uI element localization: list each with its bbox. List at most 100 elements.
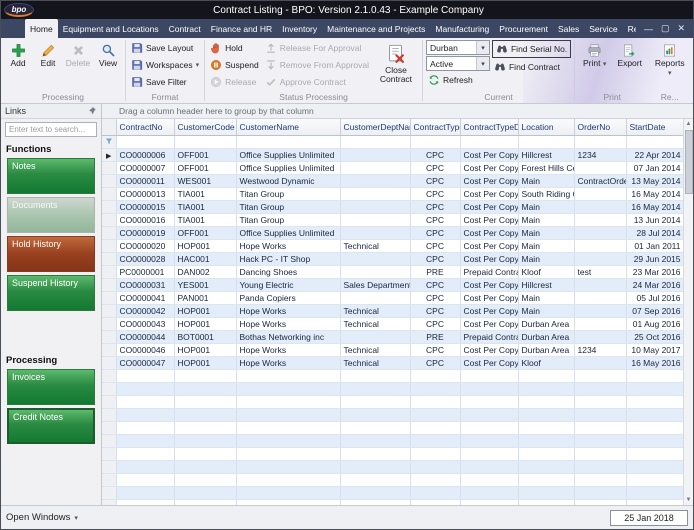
view-button[interactable]: View xyxy=(94,40,122,68)
filter-cell[interactable] xyxy=(410,135,461,149)
grid-cell[interactable]: Technical xyxy=(340,356,411,370)
remove-from-approval-button[interactable]: Remove From Approval xyxy=(263,57,371,73)
sidebar-tile-invoices[interactable]: Invoices xyxy=(7,369,95,405)
grid-cell[interactable]: Technical xyxy=(340,343,411,357)
scroll-up-icon[interactable]: ▲ xyxy=(686,119,692,129)
column-header-contracttype[interactable]: ContractType xyxy=(410,119,461,136)
grid-cell[interactable]: CO0000031 xyxy=(116,278,175,292)
grid-cell[interactable]: Hillcrest xyxy=(518,278,575,292)
grid-cell[interactable]: Young Electric xyxy=(236,278,341,292)
open-windows-button[interactable]: Open Windows ▾ xyxy=(6,512,78,523)
grid-cell[interactable]: TIA001 xyxy=(174,187,237,201)
table-row[interactable]: CO0000031 YES001 Young Electric Sales Depar… xyxy=(102,278,685,292)
grid-cell[interactable]: South Riding Centre xyxy=(518,187,575,201)
grid-cell[interactable]: Durban Area xyxy=(518,330,575,344)
grid-cell[interactable]: YES001 xyxy=(174,278,237,292)
grid-cell[interactable]: WES001 xyxy=(174,174,237,188)
refresh-button[interactable]: Refresh xyxy=(426,72,490,88)
grid-cell[interactable]: CPC xyxy=(410,213,461,227)
grid-cell[interactable]: Kloof xyxy=(518,356,575,370)
grid-cell[interactable]: CO0000046 xyxy=(116,343,175,357)
release-for-approval-button[interactable]: Release For Approval xyxy=(263,40,371,56)
table-row[interactable]: ▶ CO0000006 OFF001 Office Supplies Unlimite… xyxy=(102,148,685,162)
status-select[interactable]: Active ▾ xyxy=(425,56,490,71)
grid-cell[interactable]: CO0000043 xyxy=(116,317,175,331)
scroll-down-icon[interactable]: ▼ xyxy=(686,495,692,505)
save-filter-button[interactable]: Save Filter xyxy=(129,74,201,90)
reports-button[interactable]: Reports ▾ xyxy=(653,40,686,77)
hold-button[interactable]: Hold xyxy=(208,40,261,56)
grid-cell[interactable] xyxy=(340,200,411,214)
grid-cell[interactable] xyxy=(340,148,411,162)
column-header-contracttypedesc[interactable]: ContractTypeDesc xyxy=(460,119,519,136)
table-row[interactable]: CO0000044 BOT0001 Bothas Networking inc PRE… xyxy=(102,330,685,344)
grid-cell[interactable] xyxy=(574,330,627,344)
sidebar-tile-credit-notes[interactable]: Credit Notes xyxy=(7,408,95,444)
grid-cell[interactable]: CPC xyxy=(410,278,461,292)
grid-cell[interactable]: Technical xyxy=(340,304,411,318)
grid-cell[interactable]: HOP001 xyxy=(174,304,237,318)
grid-cell[interactable]: CPC xyxy=(410,161,461,175)
minimize-button[interactable]: — xyxy=(644,24,653,34)
grid-cell[interactable] xyxy=(340,330,411,344)
grid-cell[interactable]: CO0000006 xyxy=(116,148,175,162)
grid-cell[interactable]: CO0000042 xyxy=(116,304,175,318)
filter-cell[interactable] xyxy=(174,135,237,149)
tab-equipment-and-locations[interactable]: Equipment and Locations xyxy=(58,19,164,38)
grid-cell[interactable] xyxy=(574,226,627,240)
grid-cell[interactable]: Main xyxy=(518,213,575,227)
table-row[interactable]: CO0000028 HAC001 Hack PC - IT Shop CPC Cost … xyxy=(102,252,685,266)
find-serial-button[interactable]: Find Serial No. xyxy=(494,41,569,57)
grid-cell[interactable] xyxy=(574,252,627,266)
pin-icon[interactable] xyxy=(88,106,97,117)
grid-cell[interactable]: Office Supplies Unlimited xyxy=(236,148,341,162)
tab-home[interactable]: Home xyxy=(25,19,58,38)
grid-cell[interactable]: 13 May 2014 xyxy=(626,174,685,188)
grid-cell[interactable]: OFF001 xyxy=(174,226,237,240)
sidebar-search-input[interactable] xyxy=(5,122,97,137)
grid-cell[interactable]: CO0000019 xyxy=(116,226,175,240)
column-header-contractno[interactable]: ContractNo xyxy=(116,119,175,136)
grid-cell[interactable]: 24 Mar 2016 xyxy=(626,278,685,292)
close-button[interactable]: ✕ xyxy=(677,23,685,34)
grid-cell[interactable]: Main xyxy=(518,304,575,318)
grid-cell[interactable]: Cost Per Copy xyxy=(460,161,519,175)
grid-cell[interactable]: Technical xyxy=(340,239,411,253)
grid-cell[interactable]: CO0000016 xyxy=(116,213,175,227)
grid-cell[interactable] xyxy=(340,213,411,227)
grid-cell[interactable]: CO0000020 xyxy=(116,239,175,253)
table-row[interactable]: CO0000019 OFF001 Office Supplies Unlimited… xyxy=(102,226,685,240)
grid-cell[interactable]: CPC xyxy=(410,174,461,188)
grid-cell[interactable]: 01 Jan 2011 xyxy=(626,239,685,253)
table-row[interactable]: CO0000043 HOP001 Hope Works Technical CPC Cos… xyxy=(102,317,685,331)
table-row[interactable]: CO0000042 HOP001 Hope Works Technical CPC Cos… xyxy=(102,304,685,318)
grid-cell[interactable]: Cost Per Copy xyxy=(460,291,519,305)
column-header-customerdeptname[interactable]: CustomerDeptName xyxy=(340,119,411,136)
print-button[interactable]: Print ▾ xyxy=(578,40,611,68)
grid-cell[interactable]: HOP001 xyxy=(174,343,237,357)
grid-cell[interactable]: 22 Apr 2014 xyxy=(626,148,685,162)
grid-cell[interactable]: Prepaid Contract xyxy=(460,330,519,344)
grid-cell[interactable] xyxy=(574,200,627,214)
maximize-button[interactable]: ▢ xyxy=(661,23,670,34)
column-header-customercode[interactable]: CustomerCode xyxy=(174,119,237,136)
grid-cell[interactable]: Sales Department xyxy=(340,278,411,292)
grid-cell[interactable]: PRE xyxy=(410,330,461,344)
grid-cell[interactable]: CO0000028 xyxy=(116,252,175,266)
grid-cell[interactable]: CPC xyxy=(410,252,461,266)
group-by-bar[interactable]: Drag a column header here to group by th… xyxy=(102,104,693,119)
grid-cell[interactable] xyxy=(574,187,627,201)
grid-cell[interactable]: Durban Area xyxy=(518,317,575,331)
grid-cell[interactable] xyxy=(340,252,411,266)
site-select[interactable]: Durban ▾ xyxy=(425,40,490,55)
grid-cell[interactable]: Cost Per Copy xyxy=(460,148,519,162)
grid-cell[interactable]: HOP001 xyxy=(174,317,237,331)
grid-cell[interactable] xyxy=(574,239,627,253)
grid-cell[interactable] xyxy=(340,187,411,201)
grid-cell[interactable]: 1234 xyxy=(574,343,627,357)
grid-cell[interactable]: 28 Jul 2014 xyxy=(626,226,685,240)
grid-cell[interactable]: 23 Mar 2016 xyxy=(626,265,685,279)
grid-cell[interactable]: Main xyxy=(518,239,575,253)
grid-cell[interactable]: CPC xyxy=(410,226,461,240)
grid-cell[interactable] xyxy=(340,174,411,188)
